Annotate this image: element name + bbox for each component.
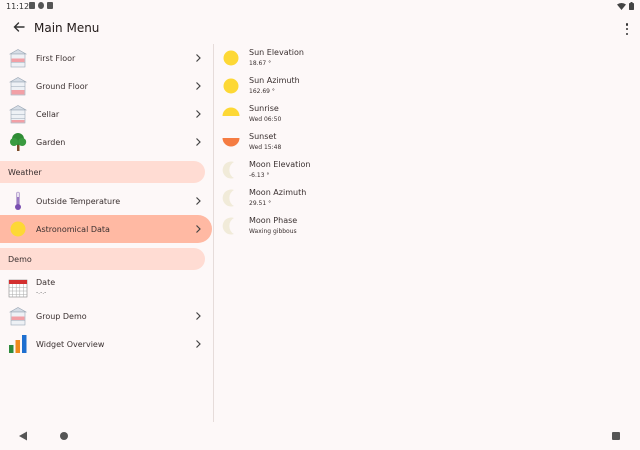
detail-item-sunset: Sunset Wed 15:48 — [214, 128, 514, 156]
app-bar: Main Menu — [0, 14, 640, 44]
sidebar-item-cellar[interactable]: Cellar — [0, 100, 212, 128]
detail-panel: Sun Elevation 18.67 ° Sun Azimuth 162.69… — [214, 44, 640, 422]
section-label: Demo — [8, 255, 32, 264]
sidebar-item-astronomical-data[interactable]: Astronomical Data — [0, 215, 212, 243]
detail-item-sun-elevation: Sun Elevation 18.67 ° — [214, 44, 514, 72]
status-bar: 11:12 — [0, 0, 640, 14]
item-name: Moon Azimuth — [249, 188, 307, 197]
nav-home-icon[interactable] — [60, 432, 68, 440]
sun-icon — [10, 221, 26, 237]
sidebar-item-label: First Floor — [36, 54, 76, 63]
sidebar-item-label: Date — [36, 278, 56, 287]
sunset-icon — [222, 138, 240, 147]
floor-icon — [8, 307, 28, 326]
section-header-demo: Demo — [0, 248, 205, 270]
sidebar-item-label: Cellar — [36, 110, 60, 119]
sync-icon — [38, 2, 44, 9]
sidebar-item-widget-overview[interactable]: Widget Overview — [0, 330, 212, 358]
sidebar-item-label: Widget Overview — [36, 340, 105, 349]
item-name: Sunset — [249, 132, 277, 141]
item-value: 18.67 ° — [249, 60, 272, 67]
notification-icons — [29, 2, 53, 9]
chevron-right-icon — [196, 340, 201, 348]
sunrise-icon — [222, 107, 240, 116]
sidebar-item-garden[interactable]: Garden — [0, 128, 212, 156]
floor-icon — [8, 49, 28, 68]
page-title: Main Menu — [34, 21, 100, 35]
sidebar-item-label: Ground Floor — [36, 82, 88, 91]
detail-item-moon-phase: Moon Phase Waxing gibbous — [214, 212, 514, 240]
moon-icon — [222, 161, 234, 179]
item-value: Wed 15:48 — [249, 144, 282, 151]
item-name: Moon Phase — [249, 216, 298, 225]
notification-icon — [29, 2, 35, 9]
chevron-right-icon — [196, 312, 201, 320]
detail-item-moon-elevation: Moon Elevation -6.13 ° — [214, 156, 514, 184]
detail-item-moon-azimuth: Moon Azimuth 29.51 ° — [214, 184, 514, 212]
status-time: 11:12 — [6, 2, 30, 11]
nav-back-icon[interactable] — [18, 431, 28, 441]
thermometer-icon — [15, 191, 21, 210]
item-value: Waxing gibbous — [249, 228, 297, 235]
chevron-right-icon — [196, 54, 201, 62]
chevron-right-icon — [196, 197, 201, 205]
chevron-right-icon — [196, 225, 201, 233]
sidebar-item-date[interactable]: Date -.-.- — [0, 274, 212, 302]
item-name: Sun Elevation — [249, 48, 304, 57]
bar-chart-icon — [9, 335, 27, 353]
sidebar-item-outside-temperature[interactable]: Outside Temperature — [0, 187, 212, 215]
item-value: Wed 06:50 — [249, 116, 282, 123]
item-value: 29.51 ° — [249, 200, 272, 207]
system-icons — [617, 2, 634, 10]
sidebar-item-label: Outside Temperature — [36, 197, 121, 206]
back-arrow-icon[interactable] — [11, 19, 27, 35]
sun-icon — [223, 50, 239, 66]
sidebar-item-first-floor[interactable]: First Floor — [0, 44, 212, 72]
nav-recents-icon[interactable] — [612, 432, 620, 440]
moon-icon — [222, 189, 234, 207]
chevron-right-icon — [196, 82, 201, 90]
item-value: -6.13 ° — [249, 172, 270, 179]
detail-item-sunrise: Sunrise Wed 06:50 — [214, 100, 514, 128]
sidebar-item-label: Garden — [36, 138, 66, 147]
calendar-icon — [8, 279, 28, 298]
wifi-icon — [617, 2, 626, 10]
section-label: Weather — [8, 168, 42, 177]
system-nav-bar — [0, 424, 640, 450]
item-value: 162.69 ° — [249, 88, 275, 95]
tree-icon — [10, 133, 27, 151]
floor-icon — [8, 105, 28, 124]
sidebar-item-group-demo[interactable]: Group Demo — [0, 302, 212, 330]
item-name: Moon Elevation — [249, 160, 311, 169]
item-name: Sunrise — [249, 104, 279, 113]
moon-icon — [222, 217, 234, 235]
sidebar-item-ground-floor[interactable]: Ground Floor — [0, 72, 212, 100]
more-options-icon[interactable] — [624, 23, 630, 35]
floor-icon — [8, 77, 28, 96]
battery-icon — [629, 2, 634, 10]
date-value: -.-.- — [36, 289, 47, 296]
item-name: Sun Azimuth — [249, 76, 300, 85]
sidebar-item-label: Group Demo — [36, 312, 87, 321]
sidebar-item-label: Astronomical Data — [36, 225, 110, 234]
detail-item-sun-azimuth: Sun Azimuth 162.69 ° — [214, 72, 514, 100]
sidebar: First Floor Ground Floor Cellar Garden W… — [0, 44, 212, 422]
storage-icon — [47, 2, 53, 9]
chevron-right-icon — [196, 138, 201, 146]
chevron-right-icon — [196, 110, 201, 118]
section-header-weather: Weather — [0, 161, 205, 183]
sun-icon — [223, 78, 239, 94]
